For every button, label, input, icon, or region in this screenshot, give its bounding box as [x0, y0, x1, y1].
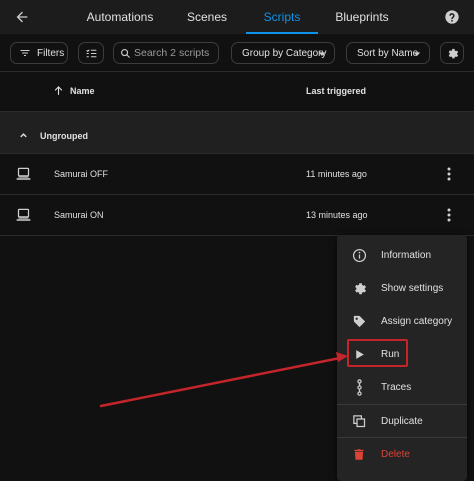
settings-button[interactable]	[440, 42, 464, 64]
menu-item-duplicate[interactable]: Duplicate	[337, 404, 467, 437]
more-vertical-icon	[447, 208, 451, 222]
search-field[interactable]	[113, 42, 220, 64]
gear-icon	[354, 282, 366, 294]
gear-icon	[448, 48, 458, 58]
menu-item-delete[interactable]: Delete	[337, 437, 467, 470]
duplicate-icon	[352, 414, 365, 427]
script-name: Samurai ON	[54, 210, 104, 220]
table-row[interactable]: Samurai OFF 11 minutes ago	[0, 154, 474, 195]
row-overflow-button[interactable]	[440, 206, 458, 224]
script-icon	[16, 167, 31, 180]
last-triggered-value: 13 minutes ago	[306, 210, 368, 220]
help-circle-icon	[445, 10, 459, 24]
menu-item-assign-category[interactable]: Assign category	[337, 304, 467, 337]
script-icon	[16, 208, 31, 221]
table-row[interactable]: Samurai ON 13 minutes ago	[0, 195, 474, 236]
run-highlight-box	[347, 339, 408, 367]
search-icon	[121, 48, 131, 58]
column-header-name: Name	[70, 85, 95, 96]
sort-by-label: Sort by Name	[357, 47, 419, 59]
tab-automations-label: Automations	[86, 10, 154, 24]
tab-blueprints[interactable]: Blueprints	[328, 0, 396, 34]
menu-item-label: Show settings	[381, 283, 444, 294]
search-input[interactable]	[134, 47, 220, 59]
sort-name-header[interactable]: Name	[52, 84, 95, 97]
top-app-bar: Automations Scenes Scripts Blueprints	[0, 0, 474, 34]
arrow-up-icon	[54, 86, 63, 95]
help-button[interactable]	[441, 6, 463, 28]
filters-label: Filters	[37, 47, 65, 59]
chevron-up-icon	[20, 133, 27, 138]
filter-lines-icon	[20, 50, 30, 56]
group-by-select[interactable]: Group by Category	[231, 42, 335, 64]
script-name: Samurai OFF	[54, 169, 109, 179]
traces-icon	[356, 378, 362, 396]
arrow-left-icon	[16, 11, 28, 23]
group-header-ungrouped[interactable]: Ungrouped	[0, 112, 474, 154]
selection-list-icon	[85, 48, 96, 57]
more-vertical-icon	[447, 167, 451, 181]
menu-item-traces[interactable]: Traces	[337, 370, 467, 403]
tab-automations[interactable]: Automations	[82, 0, 158, 34]
caret-down-icon	[413, 52, 421, 56]
tab-scripts-label: Scripts	[263, 10, 301, 24]
selection-mode-button[interactable]	[78, 42, 104, 64]
group-by-label: Group by Category	[242, 47, 327, 59]
tab-blueprints-label: Blueprints	[335, 10, 389, 24]
tab-scenes[interactable]: Scenes	[178, 0, 236, 34]
back-button[interactable]	[10, 5, 34, 29]
menu-item-label: Duplicate	[381, 416, 423, 427]
menu-item-show-settings[interactable]: Show settings	[337, 271, 467, 304]
tag-icon	[353, 315, 365, 327]
tab-scripts[interactable]: Scripts	[246, 0, 318, 34]
menu-item-label: Delete	[381, 449, 410, 460]
menu-item-information[interactable]: Information	[337, 238, 467, 271]
sort-by-select[interactable]: Sort by Name	[346, 42, 430, 64]
menu-item-label: Information	[381, 250, 432, 261]
toolbar: Filters Group by Category Sort by Name	[0, 34, 474, 72]
row-overflow-button[interactable]	[440, 165, 458, 183]
column-header-last-triggered[interactable]: Last triggered	[306, 86, 366, 96]
information-icon	[352, 248, 366, 262]
filters-button[interactable]: Filters	[10, 42, 68, 64]
last-triggered-value: 11 minutes ago	[306, 169, 367, 179]
table-header: Name Last triggered	[0, 72, 474, 112]
caret-down-icon	[318, 52, 326, 56]
menu-item-label: Traces	[381, 382, 412, 393]
menu-item-label: Assign category	[381, 316, 453, 327]
scripts-page: Automations Scenes Scripts Blueprints Fi…	[0, 0, 474, 481]
tab-scenes-label: Scenes	[186, 10, 228, 24]
group-label: Ungrouped	[40, 131, 88, 141]
trash-icon	[354, 448, 364, 460]
